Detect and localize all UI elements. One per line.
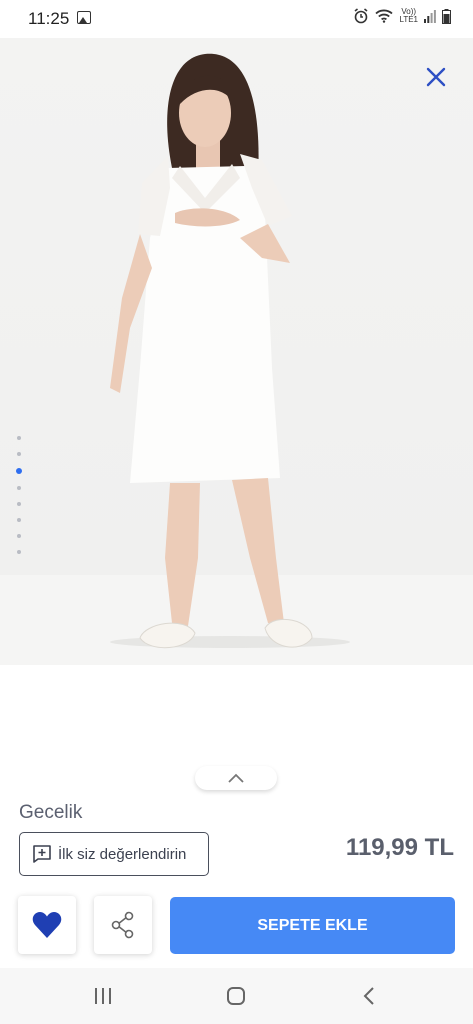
home-button[interactable]	[221, 984, 251, 1008]
carousel-dot[interactable]	[17, 502, 21, 506]
heart-icon	[32, 912, 62, 938]
favorite-button[interactable]	[18, 896, 76, 954]
alarm-icon	[354, 8, 368, 24]
back-button[interactable]	[354, 984, 384, 1008]
wifi-icon	[375, 9, 394, 23]
carousel-indicator	[16, 436, 22, 554]
close-icon[interactable]	[423, 64, 449, 90]
signal-icon	[424, 9, 436, 23]
carousel-dot[interactable]	[17, 550, 21, 554]
lte-indicator: Vo)) LTE1	[399, 8, 418, 24]
recent-apps-button[interactable]	[88, 984, 118, 1008]
status-indicators: Vo)) LTE1	[353, 8, 451, 24]
product-price: 119,99 TL	[345, 834, 454, 861]
product-photo	[110, 53, 350, 649]
product-image[interactable]	[0, 38, 473, 665]
chevron-up-icon	[228, 773, 244, 783]
carousel-dot[interactable]	[17, 486, 21, 490]
carousel-dot-active[interactable]	[16, 468, 22, 474]
carousel-dot[interactable]	[17, 518, 21, 522]
review-button[interactable]: İlk siz değerlendirin	[19, 832, 209, 876]
status-time: 11:25	[28, 9, 70, 28]
back-icon	[363, 987, 374, 1005]
add-comment-icon	[33, 845, 51, 863]
system-navigation-bar	[0, 968, 473, 1024]
network-label-bottom: LTE1	[399, 15, 418, 24]
action-bar: SEPETE EKLE	[0, 884, 473, 968]
status-bar: 11:25 Vo)) LTE1	[0, 0, 473, 38]
gallery-notification-icon	[77, 11, 91, 24]
carousel-dot[interactable]	[17, 452, 21, 456]
expand-details-button[interactable]	[195, 766, 277, 790]
home-icon	[227, 987, 245, 1005]
product-name: Gecelik	[19, 802, 83, 823]
share-icon	[111, 911, 134, 939]
share-button[interactable]	[94, 896, 152, 954]
battery-icon	[442, 8, 451, 24]
carousel-dot[interactable]	[17, 436, 21, 440]
carousel-dot[interactable]	[17, 534, 21, 538]
recent-apps-icon	[95, 988, 111, 1004]
review-button-label: İlk siz değerlendirin	[58, 845, 187, 863]
add-to-cart-button[interactable]: SEPETE EKLE	[170, 897, 455, 954]
